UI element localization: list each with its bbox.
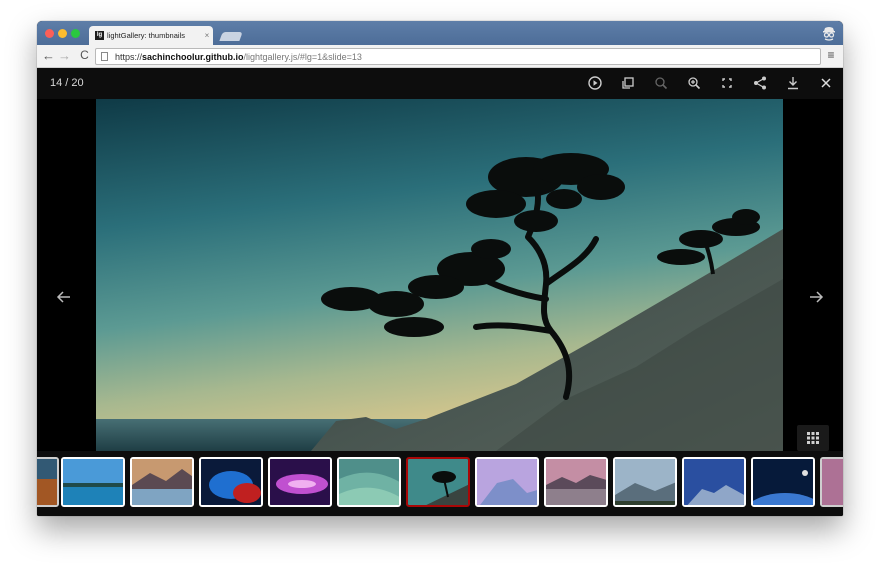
thumbnail-mountain-mist[interactable] (613, 457, 677, 507)
tab-title: lightGallery: thumbnails (107, 31, 185, 40)
page-icon (101, 52, 108, 61)
thumbnail-toggle-icon[interactable] (797, 425, 829, 451)
thumbnail-mountain-blue[interactable] (682, 457, 746, 507)
thumbnail-tree-on-hill[interactable] (406, 457, 470, 507)
zoom-out-icon[interactable] (652, 74, 670, 92)
back-icon[interactable]: ← (41, 48, 56, 63)
tab-active[interactable]: lg lightGallery: thumbnails × (89, 26, 213, 45)
address-bar[interactable]: https:// sachinchoolur.github.io /lightg… (95, 48, 821, 65)
thumbnail-abstract-blue-red[interactable] (199, 457, 263, 507)
url-path: /lightgallery.js/#lg=1&slide=13 (243, 51, 362, 62)
reload-icon[interactable]: C (77, 48, 92, 63)
arrow-left-icon[interactable] (53, 286, 75, 308)
slide-counter: 14 / 20 (50, 77, 84, 89)
lightgallery: 14 / 20 (37, 68, 843, 516)
browser-toolbar: ← → C https:// sachinchoolur.github.io /… (37, 45, 843, 68)
autoplay-icon[interactable] (586, 74, 604, 92)
fullscreen-icon[interactable] (619, 74, 637, 92)
thumbnail-aurora-purple[interactable] (268, 457, 332, 507)
thumbnail-strip (37, 451, 843, 516)
minimize-window-button[interactable] (58, 29, 67, 38)
close-window-button[interactable] (45, 29, 54, 38)
new-tab-button[interactable] (219, 32, 243, 41)
menu-icon[interactable]: ≡ (825, 49, 837, 62)
thumbnail-green-waves[interactable] (337, 457, 401, 507)
thumbnail-lake[interactable] (61, 457, 125, 507)
share-icon[interactable] (751, 74, 769, 92)
tab-strip: lg lightGallery: thumbnails × (37, 21, 843, 45)
thumbnail-partial[interactable] (37, 457, 59, 507)
profile-icon[interactable] (821, 25, 837, 41)
current-slide-image[interactable] (96, 99, 783, 451)
thumbnail-mountain-lake-sunset[interactable] (130, 457, 194, 507)
url-scheme: https:// (115, 51, 143, 62)
tab-close-icon[interactable]: × (201, 31, 213, 40)
url-host: sachinchoolur.github.io (142, 51, 244, 62)
browser-window: lg lightGallery: thumbnails × ← → C http… (37, 21, 843, 516)
favicon-icon: lg (95, 31, 104, 40)
thumbnail-partial-pink[interactable] (820, 457, 843, 507)
zoom-in-icon[interactable] (685, 74, 703, 92)
download-icon[interactable] (784, 74, 802, 92)
arrow-right-icon[interactable] (805, 286, 827, 308)
close-icon[interactable] (817, 74, 835, 92)
actual-size-icon[interactable] (718, 74, 736, 92)
gallery-toolbar: 14 / 20 (37, 68, 843, 99)
thumbnail-half-dome-purple[interactable] (475, 457, 539, 507)
thumbnail-earth-from-space[interactable] (751, 457, 815, 507)
forward-icon[interactable]: → (57, 48, 72, 63)
thumbnail-rocky-lake-pink[interactable] (544, 457, 608, 507)
zoom-window-button[interactable] (71, 29, 80, 38)
